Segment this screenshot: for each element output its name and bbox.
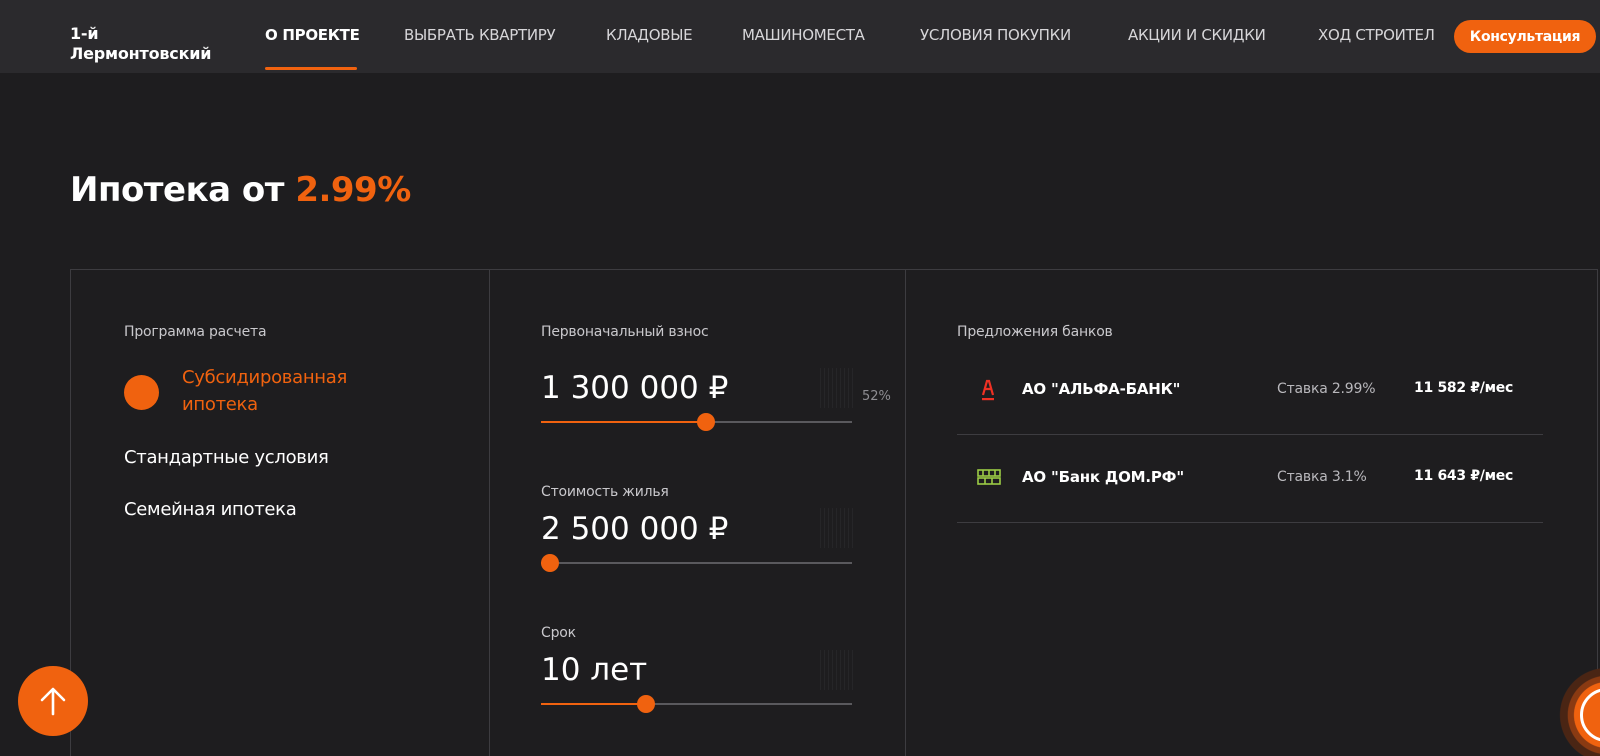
arrow-up-icon [40, 687, 66, 716]
program-label: Программа расчета [124, 324, 267, 340]
bank-offer-row[interactable]: АО "Банк ДОМ.РФ" Ставка 3.1% 11 643 ₽/ме… [957, 435, 1543, 523]
page-title: Ипотека от 2.99% [70, 170, 411, 210]
bank-offer-row[interactable]: АО "АЛЬФА-БАНК" Ставка 2.99% 11 582 ₽/ме… [957, 347, 1543, 435]
nav-active-underline [265, 67, 357, 70]
bank-rate: Ставка 3.1% [1277, 469, 1367, 485]
nav-item-purchase-terms[interactable]: УСЛОВИЯ ПОКУПКИ [920, 25, 1071, 45]
banks-label: Предложения банков [957, 324, 1113, 340]
term-label: Срок [541, 625, 576, 641]
bank-name: АО "АЛЬФА-БАНК" [1022, 380, 1181, 398]
down-payment-value[interactable]: 1 300 000 ₽ [541, 370, 728, 406]
alfa-bank-logo-icon [977, 377, 999, 403]
term-slider[interactable] [541, 695, 852, 713]
column-divider [905, 269, 906, 756]
term-scale-decoration [820, 650, 854, 690]
price-scale-decoration [820, 508, 854, 548]
down-payment-slider-fill [541, 421, 706, 423]
term-slider-fill [541, 703, 646, 705]
price-slider[interactable] [541, 554, 852, 572]
column-divider [489, 269, 490, 756]
program-family[interactable]: Семейная ипотека [124, 499, 297, 520]
down-payment-slider[interactable] [541, 413, 852, 431]
nav-item-storage[interactable]: КЛАДОВЫЕ [606, 25, 693, 45]
program-subsidized[interactable]: Субсидированная ипотека [182, 364, 402, 418]
site-header: 1-й Лермонтовский О ПРОЕКТЕ ВЫБРАТЬ КВАР… [0, 0, 1600, 73]
program-selected-radio[interactable] [124, 375, 159, 410]
bank-rate: Ставка 2.99% [1277, 381, 1376, 397]
term-slider-thumb[interactable] [637, 695, 655, 713]
price-value[interactable]: 2 500 000 ₽ [541, 511, 728, 547]
bank-monthly-payment: 11 582 ₽/мес [1414, 380, 1513, 396]
down-payment-slider-thumb[interactable] [697, 413, 715, 431]
page-title-prefix: Ипотека от [70, 170, 296, 210]
term-value[interactable]: 10 лет [541, 652, 647, 688]
bank-name: АО "Банк ДОМ.РФ" [1022, 468, 1184, 486]
price-label: Стоимость жилья [541, 484, 669, 500]
nav-item-promotions[interactable]: АКЦИИ И СКИДКИ [1128, 25, 1266, 45]
down-payment-percent: 52% [862, 389, 891, 404]
dom-rf-logo-icon [977, 465, 1001, 491]
program-standard[interactable]: Стандартные условия [124, 447, 329, 468]
page-title-rate: 2.99% [295, 170, 411, 210]
price-slider-thumb[interactable] [541, 554, 559, 572]
bank-monthly-payment: 11 643 ₽/мес [1414, 468, 1513, 484]
scroll-to-top-button[interactable] [18, 666, 88, 736]
main-nav: О ПРОЕКТЕ ВЫБРАТЬ КВАРТИРУ КЛАДОВЫЕ МАШИ… [0, 0, 1450, 73]
down-payment-label: Первоначальный взнос [541, 324, 709, 340]
nav-item-choose-apartment[interactable]: ВЫБРАТЬ КВАРТИРУ [404, 25, 556, 45]
nav-item-construction-progress[interactable]: ХОД СТРОИТЕЛ [1318, 25, 1435, 45]
nav-item-parking[interactable]: МАШИНОМЕСТА [742, 25, 865, 45]
down-payment-scale-decoration [820, 368, 854, 408]
consultation-button[interactable]: Консультация [1454, 20, 1596, 53]
nav-item-about[interactable]: О ПРОЕКТЕ [265, 25, 360, 45]
chat-icon [1580, 688, 1600, 742]
